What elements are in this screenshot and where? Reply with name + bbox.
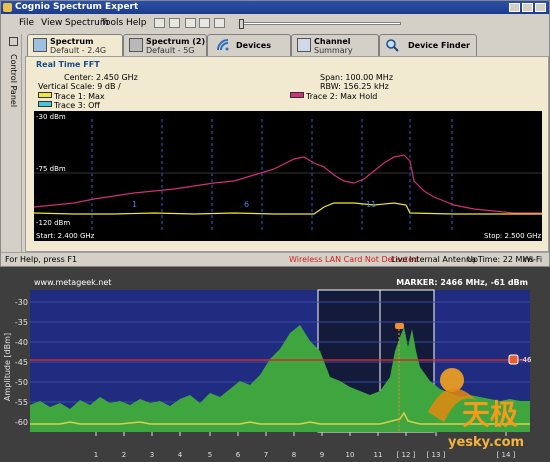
stop-frequency: Stop: 2.500 GHz	[484, 232, 541, 240]
screen: Cognio Spectrum Expert File View Spectru…	[0, 0, 550, 462]
tab-channel-summary[interactable]: Channel Summary	[291, 34, 379, 56]
cognio-window: Cognio Spectrum Expert File View Spectru…	[0, 0, 550, 267]
window-title: Cognio Spectrum Expert	[15, 2, 139, 12]
tab-title: Devices	[236, 41, 271, 50]
x-tick-label: 6	[236, 451, 241, 459]
tab-devices[interactable]: Devices	[207, 34, 291, 56]
channel-summary-icon	[297, 38, 311, 52]
yesky-watermark: 天极 yesky.com	[418, 352, 538, 452]
tab-title: Channel	[314, 37, 351, 46]
rbw-value: RBW: 156.25 kHz	[320, 82, 389, 91]
menu-tools[interactable]: Tools	[101, 15, 123, 31]
y-tick-label: -50	[15, 378, 28, 387]
x-tick-label: 7	[264, 451, 268, 459]
marker-readout: MARKER: 2466 MHz, -61 dBm	[396, 278, 528, 287]
x-tick-label: 3	[150, 451, 154, 459]
x-tick-label: 5	[208, 451, 212, 459]
playback-slider[interactable]	[241, 22, 401, 25]
record-icon[interactable]	[169, 18, 180, 28]
y-tick-label: -30	[15, 298, 28, 307]
tab-row: Spectrum Default - 2.4G Spectrum (2) Def…	[25, 34, 549, 57]
menu-file[interactable]: File	[19, 15, 34, 31]
site-url: www.metageek.net	[34, 278, 111, 287]
x-tick-label: 9	[320, 451, 324, 459]
trace-3-swatch	[38, 101, 52, 107]
tab-title: Spectrum	[50, 37, 94, 46]
x-tick-label: [ 13 ]	[427, 451, 446, 459]
close-button[interactable]	[535, 3, 546, 12]
y-tick-label: -40	[15, 338, 28, 347]
live-indicator: Live	[391, 255, 408, 264]
span-value: Span: 100.00 MHz	[320, 73, 394, 82]
x-tick-label: 2	[122, 451, 126, 459]
marker-handle	[395, 323, 404, 329]
x-tick-label: 4	[178, 451, 183, 459]
tab-subtitle: Default - 5G	[146, 46, 195, 55]
tab-title: Spectrum (2)	[146, 37, 206, 46]
tab-device-finder[interactable]: Device Finder	[379, 34, 477, 56]
y-tick-label: -60	[15, 418, 28, 427]
title-bar[interactable]: Cognio Spectrum Expert	[1, 1, 549, 14]
pin-icon[interactable]	[9, 37, 18, 46]
y-label-mid: -75 dBm	[36, 165, 66, 173]
panel-title: Real Time FFT	[36, 60, 100, 69]
device-finder-icon	[385, 38, 399, 52]
x-tick-label: 10	[346, 451, 355, 459]
y-tick-label: -45	[15, 358, 28, 367]
x-tick-label: [ 14 ]	[497, 451, 516, 459]
tab-title: Device Finder	[408, 41, 470, 50]
real-time-fft-panel: Real Time FFT Center: 2.450 GHz Vertical…	[25, 56, 549, 252]
watermark-cn: 天极	[462, 398, 518, 431]
trace-1-swatch	[38, 92, 52, 98]
trace-3-label: Trace 3: Off	[54, 101, 100, 110]
tab-spectrum[interactable]: Spectrum Default - 2.4G	[27, 34, 123, 57]
channel-number: 11	[366, 200, 376, 209]
max-trace	[33, 202, 542, 215]
y-tick-label: -35	[15, 318, 28, 327]
tab-subtitle: Summary	[314, 46, 353, 55]
wifi-status: Wi-Fi	[523, 255, 543, 264]
channel-number: 6	[244, 200, 249, 209]
y-tick-label: -55	[15, 398, 28, 407]
trace-1-label: Trace 1: Max	[54, 92, 105, 101]
tab-subtitle: Default - 2.4G	[50, 46, 107, 55]
fft-graph: -30 dBm -75 dBm -120 dBm Start: 2.400 GHz St…	[33, 113, 542, 240]
help-hint: For Help, press F1	[5, 255, 78, 264]
control-panel-sidebar[interactable]: Control Panel	[6, 34, 22, 266]
spectrum-icon	[33, 38, 47, 52]
spectrum-icon	[129, 38, 143, 52]
y-axis-label: Amplitude [dBm]	[3, 333, 12, 401]
menu-view[interactable]: View	[41, 15, 62, 31]
x-tick-label: 8	[292, 451, 296, 459]
channel-number: 1	[132, 200, 137, 209]
fft-plot[interactable]: -30 dBm -75 dBm -120 dBm Start: 2.400 GHz St…	[33, 111, 542, 241]
start-frequency: Start: 2.400 GHz	[36, 232, 95, 240]
x-tick-label: 1	[94, 451, 98, 459]
app-icon	[3, 3, 12, 12]
watermark-en: yesky.com	[448, 435, 524, 450]
menu-bar: File View Spectrum Tools Help	[1, 15, 549, 31]
play-icon[interactable]	[214, 18, 225, 28]
trace-2-label: Trace 2: Max Hold	[306, 92, 378, 101]
playback-slider-thumb[interactable]	[239, 19, 244, 29]
menu-help[interactable]: Help	[126, 15, 147, 31]
new-icon[interactable]	[154, 18, 165, 28]
open-folder-icon[interactable]	[185, 18, 196, 28]
max-hold-trace	[33, 154, 542, 214]
y-label-top: -30 dBm	[36, 113, 66, 121]
x-tick-label: [ 12 ]	[397, 451, 416, 459]
trace-2-swatch	[290, 92, 304, 98]
wireless-icon	[216, 38, 230, 52]
maximize-button[interactable]	[522, 3, 533, 12]
minimize-button[interactable]	[509, 3, 520, 12]
antenna-status: Internal Antenna	[409, 255, 477, 264]
center-frequency: Center: 2.450 GHz	[64, 73, 138, 82]
tab-spectrum-2[interactable]: Spectrum (2) Default - 5G	[123, 34, 207, 56]
stop-icon[interactable]	[199, 18, 210, 28]
y-label-bottom: -120 dBm	[36, 219, 70, 227]
status-bar: For Help, press F1 Wireless LAN Card Not…	[1, 252, 549, 266]
vertical-scale: Vertical Scale: 9 dB /	[38, 82, 121, 91]
x-tick-label: 11	[374, 451, 383, 459]
control-panel-label: Control Panel	[9, 54, 18, 108]
